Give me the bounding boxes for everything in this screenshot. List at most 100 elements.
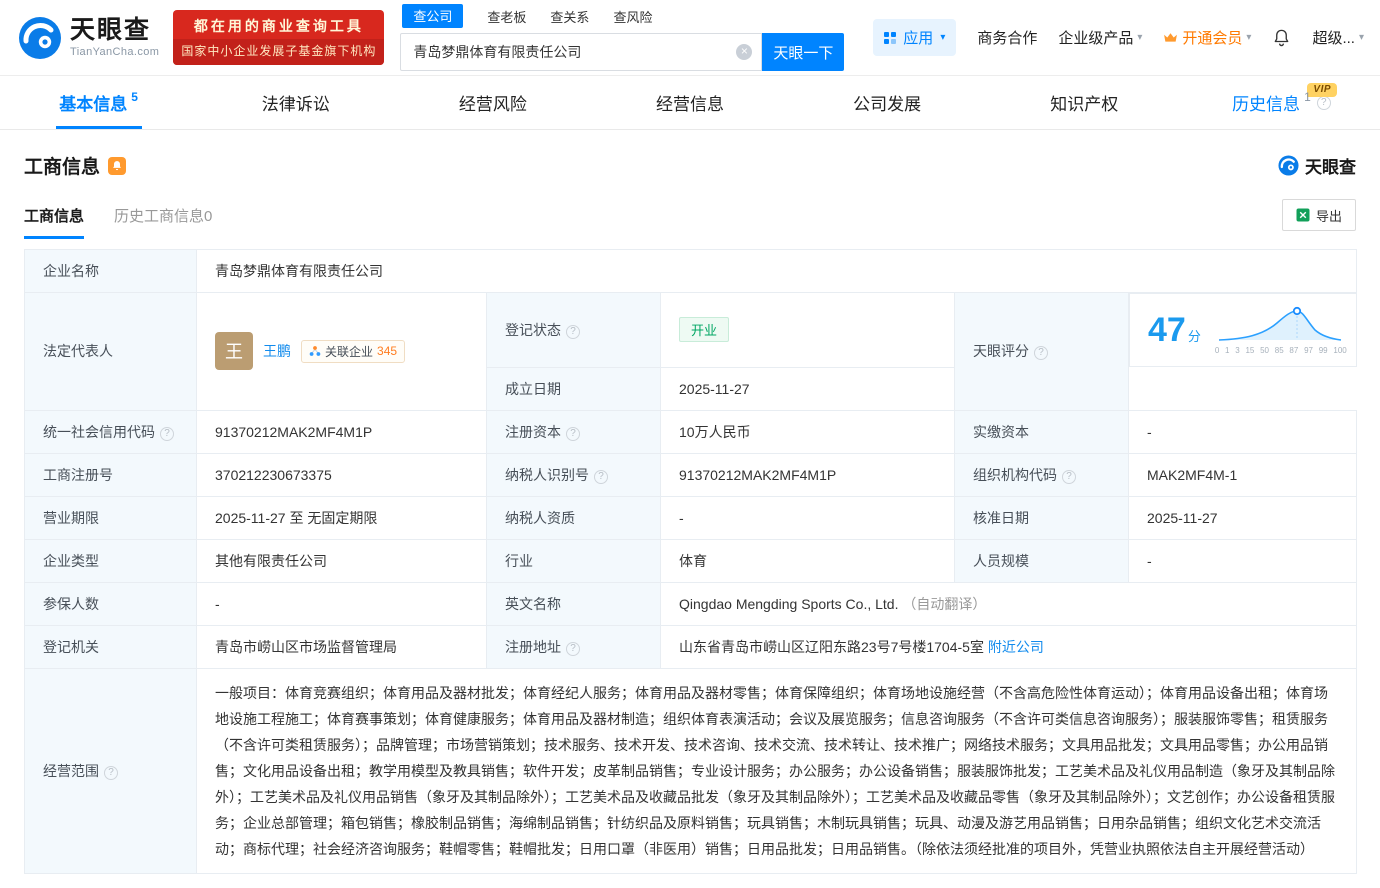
top-header: 天眼查 TianYanCha.com 都在用的商业查询工具 国家中小企业发展子基… — [0, 0, 1380, 76]
label-text: 注册资本 — [505, 424, 561, 440]
apps-grid-icon — [884, 32, 896, 44]
tab-label: 经营风险 — [459, 90, 527, 115]
legal-rep-avatar[interactable]: 王 — [215, 332, 253, 370]
super-label: 超级... — [1312, 27, 1355, 48]
help-icon[interactable]: ? — [1034, 346, 1048, 360]
value-industry: 体育 — [661, 539, 955, 582]
search-tab-boss[interactable]: 查老板 — [487, 7, 526, 26]
cooperation-label: 商务合作 — [977, 27, 1037, 48]
label-staff-size: 人员规模 — [955, 539, 1129, 582]
label-org-code: 组织机构代码? — [955, 453, 1129, 496]
value-reg-authority: 青岛市崂山区市场监督管理局 — [197, 625, 487, 668]
row-business-term: 营业期限 2025-11-27 至 无固定期限 纳税人资质 - 核准日期 202… — [25, 496, 1357, 539]
notification-bell-icon[interactable] — [1272, 28, 1291, 47]
related-companies-count: 345 — [377, 344, 397, 358]
search-tab-relation[interactable]: 查关系 — [550, 7, 589, 26]
top-nav: 应用 ▾ 商务合作 企业级产品 ▾ 开通会员 ▾ 超级... ▾ — [873, 19, 1364, 56]
tab-company-development[interactable]: 公司发展 — [789, 76, 986, 129]
enterprise-label: 企业级产品 — [1058, 27, 1133, 48]
help-icon[interactable]: ? — [1062, 470, 1076, 484]
value-staff-size: - — [1129, 539, 1357, 582]
value-business-scope: 一般项目：体育竞赛组织；体育用品及器材批发；体育经纪人服务；体育用品及器材零售；… — [197, 668, 1357, 873]
row-company-type: 企业类型 其他有限责任公司 行业 体育 人员规模 - — [25, 539, 1357, 582]
promo-line1: 都在用的商业查询工具 — [173, 10, 384, 39]
main-nav-tabs: 基本信息 5 法律诉讼 经营风险 经营信息 公司发展 知识产权 VIP 历史信息… — [0, 76, 1380, 130]
export-button[interactable]: 导出 — [1282, 199, 1356, 231]
label-reg-status: 登记状态? — [487, 293, 661, 368]
help-icon[interactable]: ? — [566, 325, 580, 339]
tab-operating-risk[interactable]: 经营风险 — [394, 76, 591, 129]
nearby-companies-link[interactable]: 附近公司 — [988, 639, 1044, 655]
label-taxpayer-id: 纳税人识别号? — [487, 453, 661, 496]
nav-open-membership[interactable]: 开通会员 ▾ — [1163, 27, 1251, 48]
chevron-down-icon: ▾ — [1137, 32, 1142, 43]
search-tabs: 查公司 查老板 查关系 查风险 — [400, 4, 844, 28]
tianyancha-logo[interactable]: 天眼查 TianYanCha.com — [18, 16, 159, 60]
help-icon[interactable]: ? — [566, 642, 580, 656]
value-taxpayer-id: 91370212MAK2MF4M1P — [661, 453, 955, 496]
search-tab-company[interactable]: 查公司 — [402, 4, 463, 28]
row-reg-authority: 登记机关 青岛市崂山区市场监督管理局 注册地址? 山东省青岛市崂山区辽阳东路23… — [25, 625, 1357, 668]
label-paid-capital: 实缴资本 — [955, 410, 1129, 453]
membership-label: 开通会员 — [1182, 27, 1242, 48]
help-icon[interactable]: ? — [566, 427, 580, 441]
label-english-name: 英文名称 — [487, 582, 661, 625]
help-icon[interactable]: ? — [594, 470, 608, 484]
label-industry: 行业 — [487, 539, 661, 582]
equity-network-icon — [309, 345, 321, 357]
value-establish-date: 2025-11-27 — [661, 367, 955, 410]
status-badge: 开业 — [679, 317, 729, 342]
row-company-name: 企业名称 青岛梦鼎体育有限责任公司 — [25, 250, 1357, 293]
tianyancha-watermark: 天眼查 — [1278, 153, 1356, 178]
tab-history-info[interactable]: VIP 历史信息 1 ? — [1183, 76, 1380, 129]
nav-business-cooperation[interactable]: 商务合作 — [977, 27, 1037, 48]
tab-label: 知识产权 — [1050, 90, 1118, 115]
label-tianyan-score: 天眼评分? — [955, 293, 1129, 411]
tab-basic-info[interactable]: 基本信息 5 — [0, 76, 197, 129]
tab-count-badge: 1 — [1304, 90, 1311, 104]
value-tianyan-score[interactable]: 47分 013155085879799100 — [1129, 293, 1357, 367]
value-paid-capital: - — [1129, 410, 1357, 453]
subtab-history-business-info[interactable]: 历史工商信息0 — [114, 205, 212, 239]
apps-menu[interactable]: 应用 ▾ — [873, 19, 956, 56]
row-business-scope: 经营范围? 一般项目：体育竞赛组织；体育用品及器材批发；体育经纪人服务；体育用品… — [25, 668, 1357, 873]
score-distribution-chart: 013155085879799100 — [1215, 305, 1347, 355]
value-approve-date: 2025-11-27 — [1129, 496, 1357, 539]
tab-label: 公司发展 — [853, 90, 921, 115]
watermark-label: 天眼查 — [1305, 153, 1356, 178]
help-icon[interactable]: ? — [160, 427, 174, 441]
label-business-scope: 经营范围? — [25, 668, 197, 873]
help-icon[interactable]: ? — [1317, 96, 1331, 110]
label-text: 经营范围 — [43, 763, 99, 779]
label-company-name: 企业名称 — [25, 250, 197, 293]
value-insured-num: - — [197, 582, 487, 625]
search-input[interactable] — [400, 33, 762, 71]
label-text: 统一社会信用代码 — [43, 424, 155, 440]
label-company-type: 企业类型 — [25, 539, 197, 582]
tab-legal-proceedings[interactable]: 法律诉讼 — [197, 76, 394, 129]
nav-enterprise-products[interactable]: 企业级产品 ▾ — [1058, 27, 1142, 48]
tab-intellectual-property[interactable]: 知识产权 — [986, 76, 1183, 129]
legal-rep-name-link[interactable]: 王鹏 — [263, 341, 291, 361]
logo-text: 天眼查 TianYanCha.com — [70, 17, 159, 59]
help-icon[interactable]: ? — [104, 766, 118, 780]
related-companies-badge[interactable]: 关联企业 345 — [301, 340, 405, 363]
nav-super-account[interactable]: 超级... ▾ — [1312, 27, 1364, 48]
excel-icon — [1296, 208, 1310, 222]
row-credit-code: 统一社会信用代码? 91370212MAK2MF4M1P 注册资本? 10万人民… — [25, 410, 1357, 453]
tab-business-info[interactable]: 经营信息 — [591, 76, 788, 129]
promo-line2: 国家中小企业发展子基金旗下机构 — [173, 39, 384, 65]
tianyancha-watermark-icon — [1278, 155, 1299, 176]
row-legal-rep: 法定代表人 王 王鹏 关联企业 345 — [25, 293, 1357, 368]
search-button[interactable]: 天眼一下 — [762, 33, 844, 71]
value-taxpayer-quality: - — [661, 496, 955, 539]
monitor-bell-icon[interactable] — [108, 157, 126, 175]
label-reg-number: 工商注册号 — [25, 453, 197, 496]
subtab-business-info[interactable]: 工商信息 — [24, 205, 84, 239]
value-reg-capital: 10万人民币 — [661, 410, 955, 453]
search-row: × 天眼一下 — [400, 33, 844, 71]
tab-label: 法律诉讼 — [262, 90, 330, 115]
value-business-term: 2025-11-27 至 无固定期限 — [197, 496, 487, 539]
search-tab-risk[interactable]: 查风险 — [613, 7, 652, 26]
vip-badge: VIP — [1307, 83, 1337, 97]
